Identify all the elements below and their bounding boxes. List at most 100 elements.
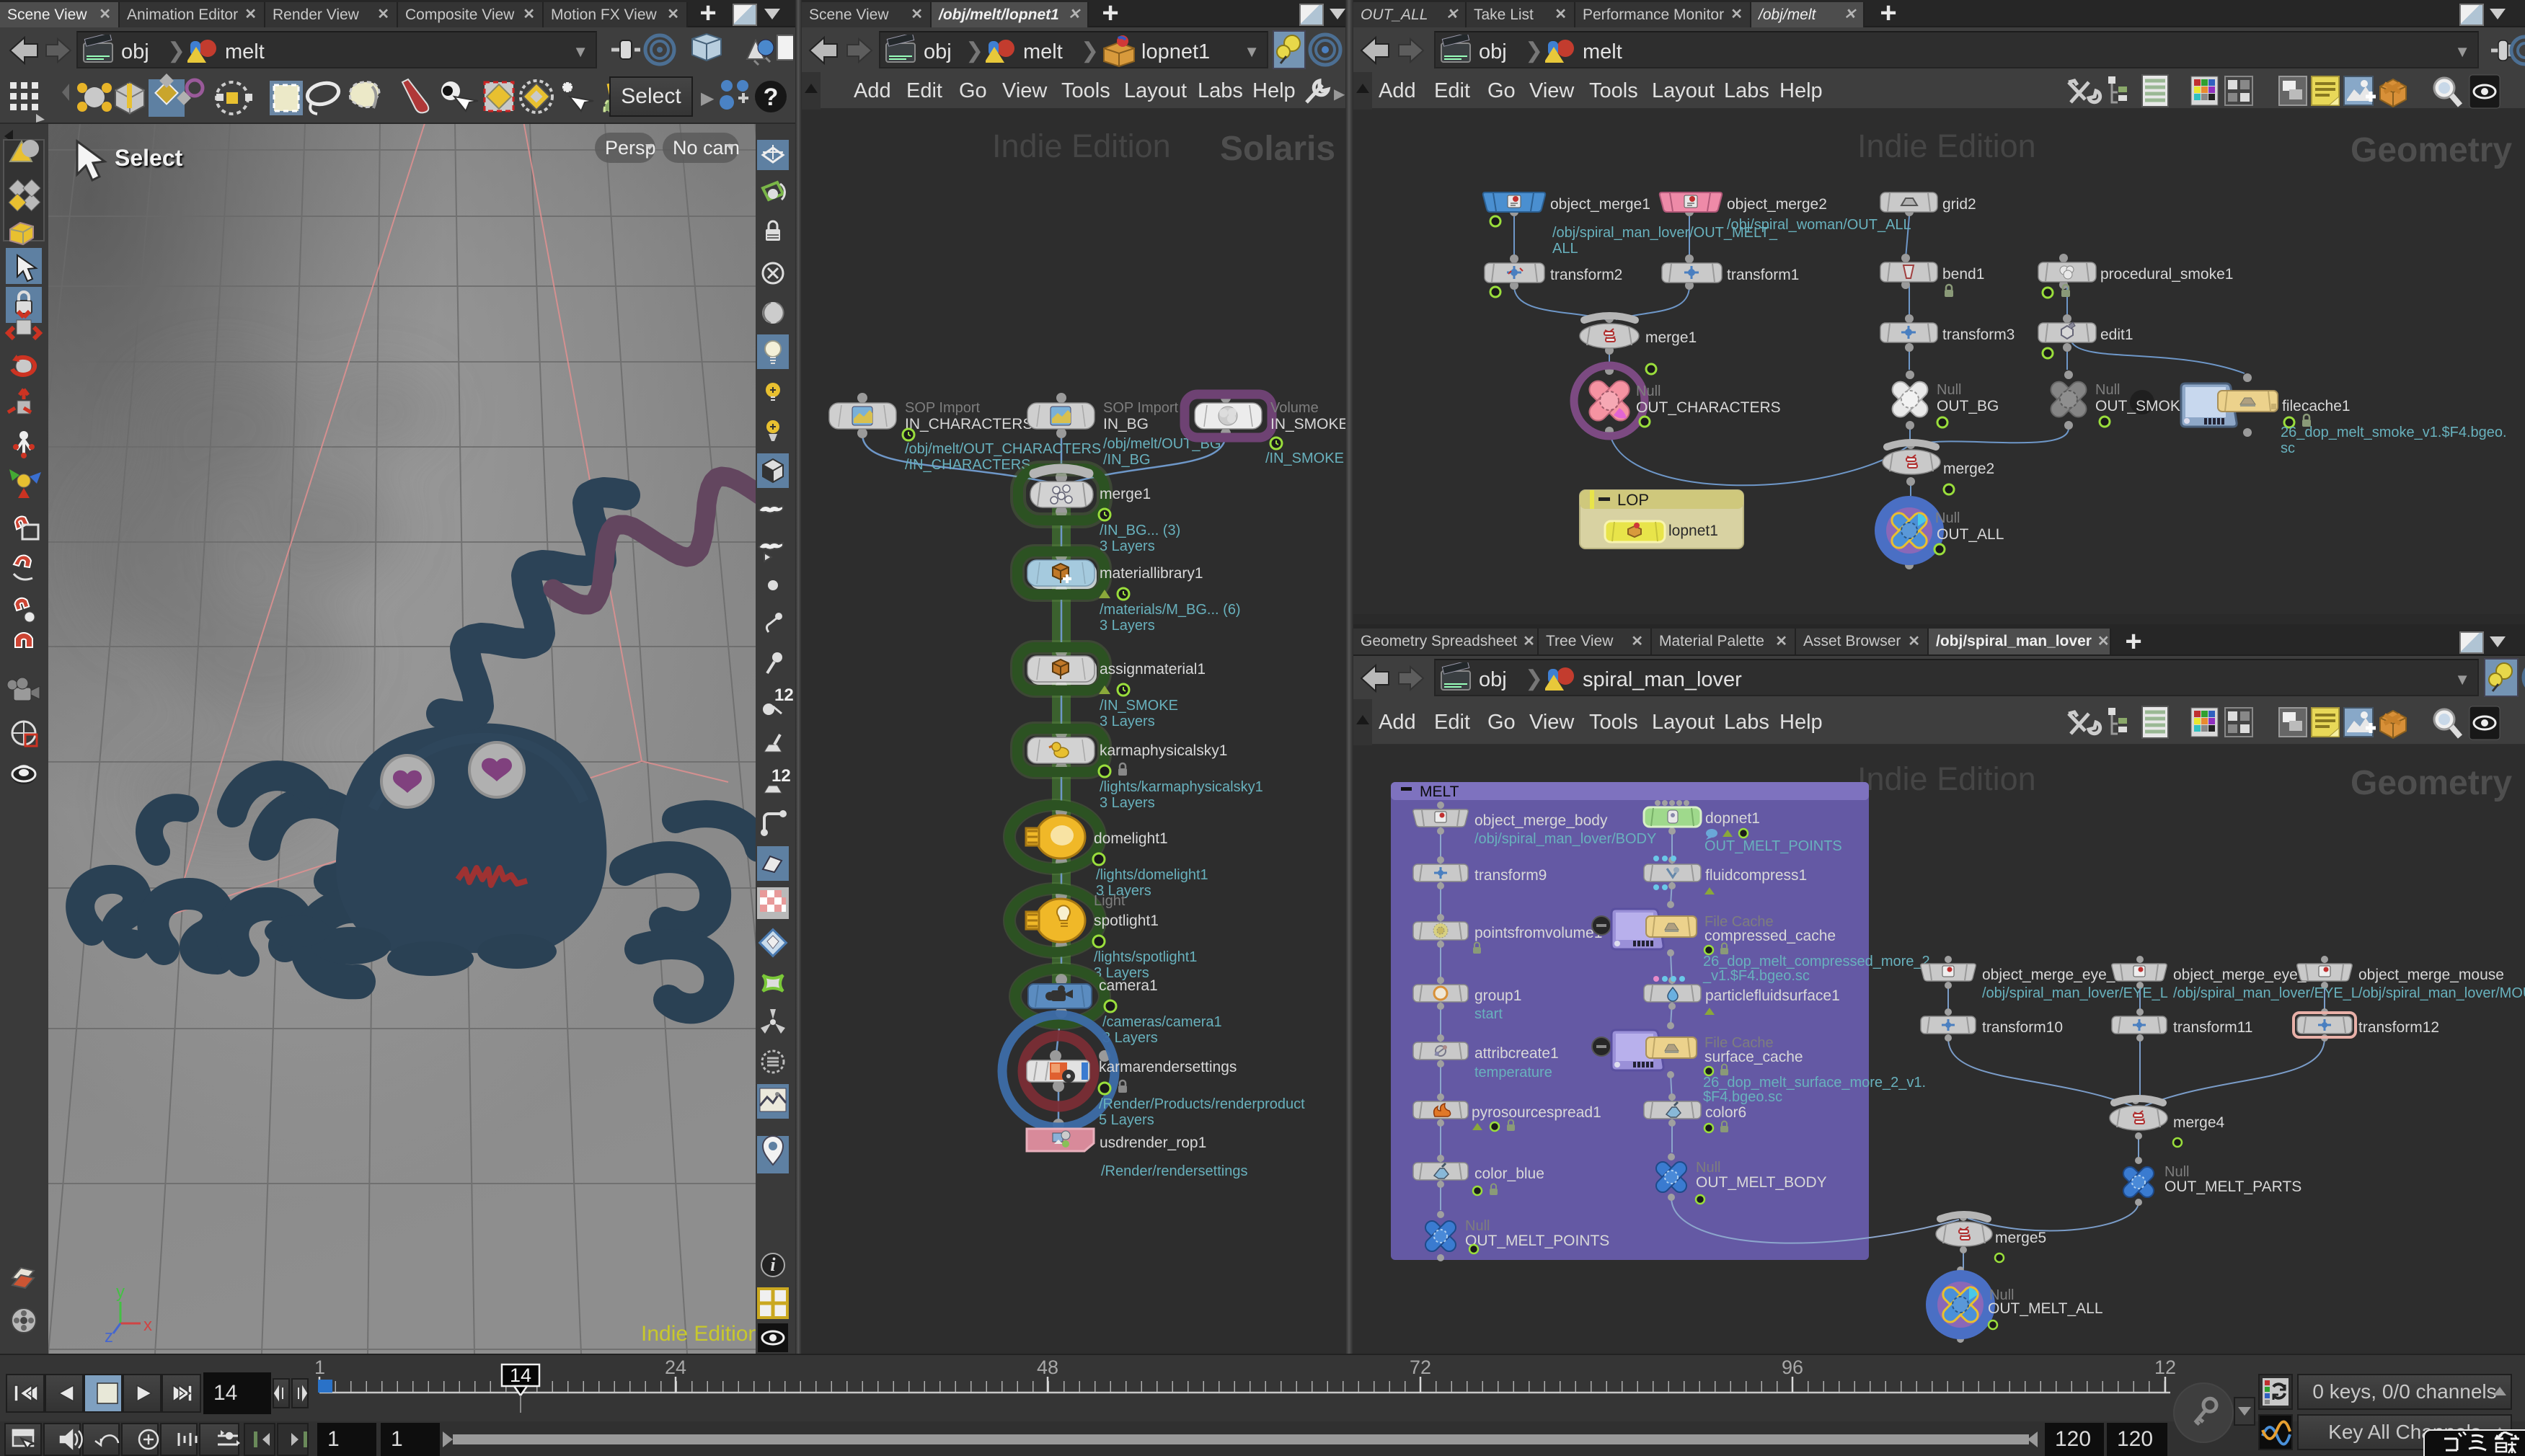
svg-text:LOP: LOP [1617,491,1649,509]
svg-text:OUT_MELT_BODY: OUT_MELT_BODY [1696,1174,1827,1191]
svg-text:merge1: merge1 [1645,329,1697,346]
svg-text:SOP Import: SOP Import [905,400,981,416]
svg-text:Indie Edition: Indie Edition [992,128,1171,164]
svg-text:24: 24 [665,1357,686,1378]
svg-text:14: 14 [510,1364,531,1386]
svg-text:particlefluidsurface1: particlefluidsurface1 [1705,987,1840,1004]
svg-text:IN_SMOKE: IN_SMOKE [1270,416,1345,432]
svg-text:color6: color6 [1705,1104,1746,1121]
svg-text:transform3: transform3 [1942,327,2015,343]
svg-text:OUT_BG: OUT_BG [1937,398,1999,414]
svg-text:Null: Null [1465,1218,1490,1234]
svg-text:merge1: merge1 [1100,486,1151,502]
svg-text:1: 1 [314,1357,325,1378]
svg-text:Null: Null [1696,1160,1720,1176]
svg-text:/obj/spiral_man_lover/EYE_L: /obj/spiral_man_lover/EYE_L [2173,985,2359,1001]
svg-text:temperature: temperature [1474,1065,1552,1080]
svg-text:merge5: merge5 [1995,1230,2046,1246]
svg-text:compressed_cache: compressed_cache [1704,928,1836,944]
svg-text:48: 48 [1037,1357,1058,1378]
svg-text:/obj/spiral_man_lover/BODY: /obj/spiral_man_lover/BODY [1474,831,1656,847]
svg-text:merge2: merge2 [1943,461,1994,477]
svg-text:attribcreate1: attribcreate1 [1474,1045,1559,1062]
svg-text:Select: Select [115,145,183,171]
svg-text:12: 12 [774,685,794,705]
svg-text:object_merge_body: object_merge_body [1474,812,1608,829]
svg-text:transform12: transform12 [2358,1019,2439,1036]
svg-text:3 Layers: 3 Layers [1100,714,1155,729]
svg-text:/IN_BG: /IN_BG [1103,452,1151,468]
svg-text:/IN_CHARACTERS: /IN_CHARACTERS [905,457,1030,473]
svg-text:3 Layers: 3 Layers [1100,618,1155,634]
svg-text:ALL: ALL [1552,241,1578,257]
svg-text:Volume: Volume [1270,400,1319,416]
svg-text:domelight1: domelight1 [1094,830,1168,847]
svg-text:/IN_SMOKE: /IN_SMOKE [1100,698,1178,714]
svg-text:/obj/melt/OUT_CHARACTERS: /obj/melt/OUT_CHARACTERS [905,441,1101,457]
svg-text:/lights/karmaphysicalsky1: /lights/karmaphysicalsky1 [1100,779,1263,795]
svg-text:z: z [105,1327,113,1346]
svg-text:i: i [770,1254,776,1275]
svg-text:camera1: camera1 [1099,977,1158,994]
svg-text:MELT: MELT [1420,784,1459,800]
svg-text:merge4: merge4 [2173,1114,2225,1131]
svg-text:Light: Light [1094,893,1126,909]
svg-text:spotlight1: spotlight1 [1094,913,1159,929]
svg-text:OUT_CHARACTERS: OUT_CHARACTERS [1636,399,1781,416]
svg-text:/lights/spotlight1: /lights/spotlight1 [1094,949,1197,965]
svg-text:materiallibrary1: materiallibrary1 [1100,565,1203,582]
svg-text:5 Layers: 5 Layers [1099,1112,1154,1128]
svg-text:Null: Null [1636,383,1661,399]
svg-text:assignmaterial1: assignmaterial1 [1100,661,1206,678]
svg-text:object_merge2: object_merge2 [1727,196,1827,213]
svg-text:72: 72 [1410,1357,1431,1378]
svg-text:SOP Import: SOP Import [1103,400,1179,416]
svg-text:grid2: grid2 [1942,196,1976,213]
svg-text:Null: Null [2164,1164,2189,1180]
svg-text:transform2: transform2 [1550,267,1622,283]
svg-text:12: 12 [2154,1357,2176,1378]
svg-text:?: ? [764,84,779,111]
svg-text:color_blue: color_blue [1474,1166,1544,1182]
svg-text:OUT_MELT_POINTS: OUT_MELT_POINTS [1704,838,1842,854]
svg-text:Indie Edition: Indie Edition [1857,128,2036,164]
svg-text:Geometry: Geometry [2351,764,2512,802]
svg-text:procedural_smoke1: procedural_smoke1 [2100,266,2233,283]
svg-text:pointsfromvolume1: pointsfromvolume1 [1474,925,1602,941]
svg-text:usdrender_rop1: usdrender_rop1 [1100,1135,1206,1151]
svg-text:_v1.$F4.bgeo.sc: _v1.$F4.bgeo.sc [1702,968,1810,984]
svg-text:26_dop_melt_smoke_v1.$F4.bgeo.: 26_dop_melt_smoke_v1.$F4.bgeo. [2281,425,2507,440]
svg-text:karmarendersettings: karmarendersettings [1099,1059,1237,1075]
svg-text:Null: Null [1937,382,1961,398]
svg-text:Indie Edition: Indie Edition [641,1322,756,1346]
svg-text:Indie Edition: Indie Edition [1857,760,2036,797]
svg-text:object_merge_eye_L: object_merge_eye_L [1982,967,2123,983]
svg-text:/obj/spiral_man_lover/EYE_L: /obj/spiral_man_lover/EYE_L [1982,985,2168,1001]
svg-text:edit1: edit1 [2100,327,2133,343]
svg-text:Geometry: Geometry [2351,131,2512,169]
svg-text:sc: sc [2281,440,2295,456]
svg-text:transform11: transform11 [2173,1019,2253,1036]
svg-text:dopnet1: dopnet1 [1705,810,1760,827]
svg-text:fluidcompress1: fluidcompress1 [1705,867,1807,884]
svg-text:/materials/M_BG... (6): /materials/M_BG... (6) [1100,602,1241,618]
svg-text:start: start [1474,1006,1503,1022]
svg-text:Solaris: Solaris [1220,130,1335,168]
svg-text:/IN_SMOKE: /IN_SMOKE [1265,450,1344,466]
svg-text:3 Layers: 3 Layers [1100,795,1155,811]
svg-text:transform1: transform1 [1727,267,1799,283]
svg-text:karmaphysicalsky1: karmaphysicalsky1 [1100,742,1227,759]
svg-text:/obj/spiral_woman/OUT_ALL: /obj/spiral_woman/OUT_ALL [1727,217,1911,233]
svg-text:object_merge1: object_merge1 [1550,196,1650,213]
svg-text:y: y [116,1282,125,1302]
svg-text:/obj/spiral_man_lover/MOUSE: /obj/spiral_man_lover/MOUSE [2358,985,2525,1001]
svg-text:/cameras/camera1: /cameras/camera1 [1102,1014,1222,1030]
svg-text:3 Layers: 3 Layers [1100,538,1155,554]
svg-text:26_dop_melt_compressed_more_2: 26_dop_melt_compressed_more_2 [1703,954,1930,969]
svg-text:pyrosourcespread1: pyrosourcespread1 [1472,1104,1601,1121]
svg-text:OUT_ALL: OUT_ALL [1937,526,2004,543]
svg-text:surface_cache: surface_cache [1704,1049,1803,1065]
svg-text:26_dop_melt_surface_more_2_v1.: 26_dop_melt_surface_more_2_v1. [1703,1075,1926,1091]
svg-text:transform10: transform10 [1982,1019,2063,1036]
svg-text:bend1: bend1 [1942,266,1984,283]
